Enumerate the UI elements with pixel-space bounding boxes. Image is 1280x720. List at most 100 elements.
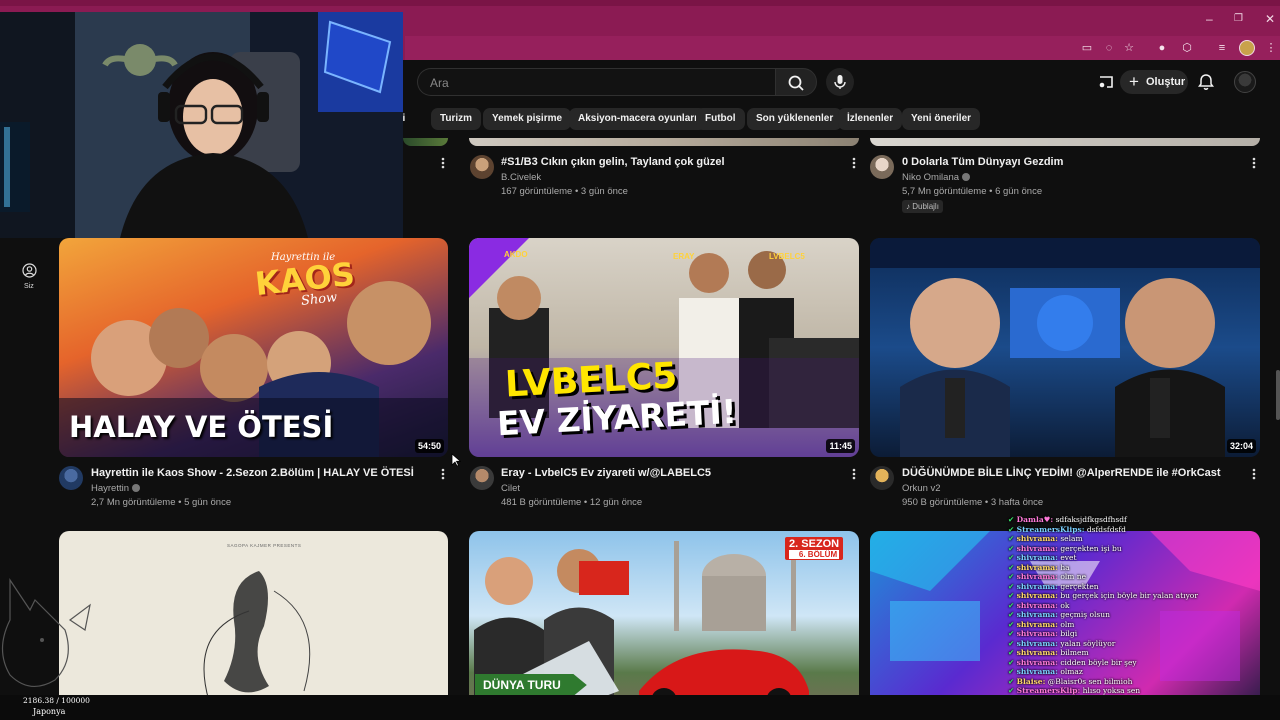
video-title[interactable]: 0 Dolarla Tüm Dünyayı Gezdim: [902, 156, 1063, 168]
video-thumbnail[interactable]: 2. SEZON 6. BÖLÜM DÜNYA TURU: [469, 531, 859, 720]
chip[interactable]: Yemek pişirme: [483, 108, 572, 130]
channel-name-text: Hayrettin: [91, 483, 130, 494]
channel-avatar[interactable]: [470, 155, 494, 179]
extensions-icon[interactable]: ⬡: [1180, 41, 1194, 55]
address-bar[interactable]: [405, 36, 1280, 60]
chat-message: ✔ shivrama: cidden böyle bir şey: [1008, 658, 1137, 667]
chat-message: ✔ shivrama: olmaz: [1008, 667, 1083, 676]
channel-name[interactable]: Hayrettin: [91, 483, 141, 494]
cast-button-icon[interactable]: [1097, 73, 1115, 91]
thumbnail-tag: AKDO: [504, 250, 528, 259]
chip[interactable]: Turizm: [431, 108, 482, 130]
video-duration: 11:45: [826, 439, 855, 453]
chip[interactable]: Futbol: [696, 108, 745, 130]
chip[interactable]: Yeni öneriler: [902, 108, 981, 130]
browser-menu-icon[interactable]: ⋮: [1264, 41, 1278, 55]
chat-badge-icon: ✔: [1008, 667, 1017, 676]
bell-icon[interactable]: [1197, 73, 1215, 91]
chat-badge-icon: ✔: [1008, 591, 1017, 600]
chat-username: shivrama:: [1016, 581, 1058, 591]
channel-name[interactable]: Orkun v2: [902, 483, 941, 494]
chat-badge-icon: ✔: [1008, 562, 1017, 572]
chat-username: Blaise:: [1016, 676, 1046, 686]
chip[interactable]: Aksiyon-macera oyunları: [569, 108, 706, 130]
thumbnail-partial[interactable]: [469, 138, 859, 146]
dubbed-badge: ♪ Dublajlı: [902, 200, 943, 213]
chat-message: ✔ shivrama: bu gerçek için böyle bir yal…: [1008, 591, 1198, 600]
channel-avatar[interactable]: [870, 155, 894, 179]
video-thumbnail[interactable]: SAGOPA KAJMER PRESENTS: [59, 531, 448, 720]
more-icon[interactable]: [848, 156, 860, 170]
thumbnail-caption: SAGOPA KAJMER PRESENTS: [227, 543, 302, 548]
chat-username: shivrama:: [1016, 667, 1058, 676]
media-icon[interactable]: ≡: [1215, 41, 1229, 55]
chip[interactable]: Son yüklenenler: [747, 108, 843, 130]
account-avatar[interactable]: [1234, 71, 1256, 93]
episode-text: 6. BÖLÜM: [789, 550, 840, 559]
channel-avatar[interactable]: [870, 466, 894, 490]
search-input[interactable]: Ara: [417, 68, 775, 96]
video-title[interactable]: Eray - LvbelC5 Ev ziyareti w/@LABELC5: [501, 467, 711, 479]
more-icon[interactable]: [437, 156, 449, 170]
chat-username: shivrama:: [1016, 543, 1058, 553]
more-icon[interactable]: [1248, 467, 1260, 481]
chat-message: ✔ StreamersKlips: dsfdsfdsfd: [1008, 525, 1126, 534]
chat-message: ✔ shivrama: bilmem: [1008, 648, 1089, 657]
video-meta: 481 B görüntüleme • 12 gün önce: [501, 497, 643, 508]
chat-badge-icon: ✔: [1008, 619, 1017, 629]
world-tour-text: DÜNYA TURU: [483, 678, 561, 692]
chat-badge-icon: ✔: [1008, 600, 1017, 610]
chat-text: selam: [1060, 534, 1083, 543]
more-icon[interactable]: [848, 467, 860, 481]
chip[interactable]: İzlenenler: [838, 108, 903, 130]
lock-icon[interactable]: ●: [1155, 41, 1169, 55]
channel-name-text: Niko Omilana: [902, 172, 960, 183]
channel-name[interactable]: B.Civelek: [501, 172, 541, 183]
mic-icon: ♪: [906, 202, 910, 211]
video-title[interactable]: #S1/B3 Cıkın çıkın gelin, Tayland çok gü…: [501, 156, 725, 168]
nav-siz-label[interactable]: Siz: [24, 283, 34, 290]
eye-off-icon[interactable]: ◌: [1102, 41, 1116, 55]
chat-text: sdfaksjdfkgsdfhsdf: [1055, 515, 1127, 524]
scrollbar-thumb[interactable]: [1276, 370, 1280, 420]
chat-text: evet: [1060, 553, 1077, 562]
video-thumbnail[interactable]: 32:04: [870, 238, 1260, 457]
video-duration: 32:04: [1226, 439, 1256, 453]
close-icon[interactable]: ✕: [1265, 12, 1275, 26]
video-thumbnail[interactable]: AKDO ERAY LVBELC5 LVBELC5 EV ZİYARETİ! 1…: [469, 238, 859, 457]
chat-text: geçmiş olsun: [1060, 610, 1110, 619]
more-icon[interactable]: [437, 467, 449, 481]
video-title[interactable]: Hayrettin ile Kaos Show - 2.Sezon 2.Bölü…: [91, 467, 414, 479]
search-icon: [788, 75, 804, 91]
video-thumbnail[interactable]: Hayrettin ile KAOS Show HALAY VE ÖTESİ 5…: [59, 238, 448, 457]
voice-search-button[interactable]: [826, 68, 854, 96]
channel-name[interactable]: Cilet: [501, 483, 520, 494]
chat-username: shivrama:: [1016, 572, 1058, 581]
chat-text: ha: [1060, 562, 1070, 572]
video-title[interactable]: DÜĞÜNÜMDE BİLE LİNÇ YEDİM! @AlperRENDE i…: [902, 467, 1221, 479]
search-button[interactable]: [775, 68, 817, 96]
thumbnail-partial[interactable]: [870, 138, 1260, 146]
minimize-icon[interactable]: –: [1206, 12, 1213, 26]
channel-name[interactable]: Niko Omilana: [902, 172, 971, 183]
channel-avatar[interactable]: [470, 466, 494, 490]
cast-icon[interactable]: ▭: [1080, 41, 1094, 55]
user-icon[interactable]: [22, 263, 37, 278]
maximize-icon[interactable]: ❐: [1234, 13, 1243, 24]
more-icon[interactable]: [1248, 156, 1260, 170]
chat-username: shivrama:: [1016, 629, 1058, 638]
chat-badge-icon: ✔: [1008, 686, 1017, 695]
video-meta: 5,7 Mn görüntüleme • 6 gün önce: [902, 186, 1043, 197]
chat-username: shivrama:: [1016, 553, 1058, 562]
chat-badge-icon: ✔: [1008, 657, 1017, 667]
chat-username: Damla♥:: [1016, 515, 1054, 524]
star-icon[interactable]: ☆: [1122, 41, 1136, 55]
channel-avatar[interactable]: [59, 466, 83, 490]
chat-message: ✔ shivrama: olm ne: [1008, 572, 1086, 581]
season-badge: 2. SEZON 6. BÖLÜM: [785, 537, 844, 560]
chat-message: ✔ shivrama: geçmiş olsun: [1008, 610, 1110, 619]
thumbnail-partial[interactable]: [403, 138, 448, 146]
video-meta: 950 B görüntüleme • 3 hafta önce: [902, 497, 1044, 508]
browser-profile-avatar[interactable]: [1239, 40, 1255, 56]
create-button[interactable]: + Oluştur: [1120, 70, 1188, 94]
